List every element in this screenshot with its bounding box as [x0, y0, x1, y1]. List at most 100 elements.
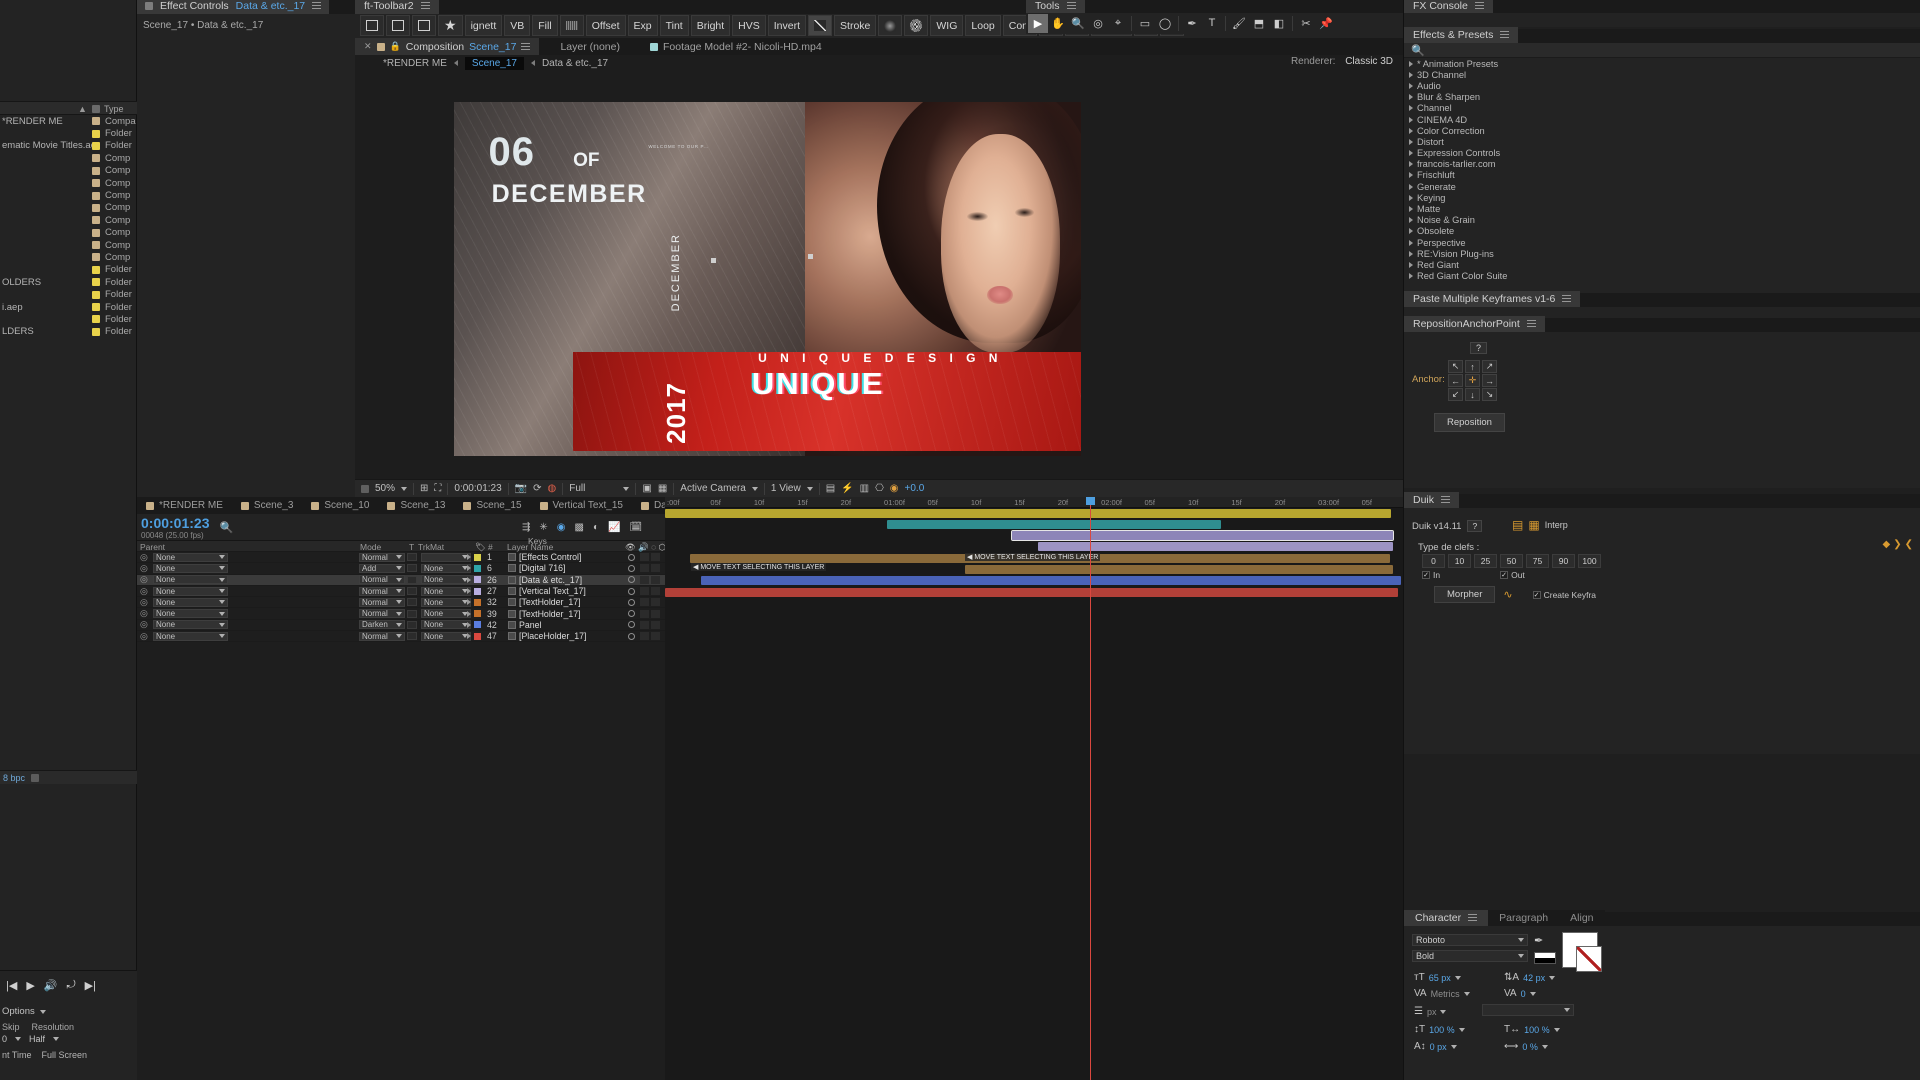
preserve-transparency-toggle[interactable]	[407, 620, 417, 629]
audio-icon[interactable]: 🔊	[44, 979, 58, 992]
solo-toggle[interactable]	[651, 598, 660, 607]
project-item[interactable]: Comp	[0, 152, 137, 164]
project-item[interactable]: Comp	[0, 202, 137, 214]
eyedropper-icon[interactable]: ✒	[1534, 934, 1543, 947]
expand-arrow-icon[interactable]	[1409, 250, 1413, 257]
duik-in-checkbox[interactable]: ✓ In	[1422, 570, 1440, 580]
leading-value[interactable]: 42 px	[1523, 973, 1545, 983]
duik-key-values[interactable]: 0 10 25 50 75 90 100	[1422, 554, 1601, 568]
orbit-camera-icon[interactable]: ◎	[1088, 14, 1108, 33]
chevron-down-icon[interactable]	[53, 1037, 60, 1041]
horizontal-scale-row[interactable]: T↔ 100 %	[1504, 1024, 1560, 1035]
layer-duration-bar[interactable]	[1011, 530, 1394, 542]
column-t[interactable]: T	[409, 542, 414, 552]
ft-button-bright[interactable]: Bright	[690, 15, 731, 36]
search-icon[interactable]: 🔍	[1411, 44, 1425, 57]
parent-pickwhip-icon[interactable]: ◎	[140, 631, 148, 642]
chevron-down-icon[interactable]	[1454, 975, 1461, 980]
panel-menu-icon[interactable]	[1562, 295, 1572, 303]
brush-icon[interactable]: 🖌	[1229, 14, 1249, 33]
visibility-toggle[interactable]	[628, 564, 635, 572]
chevron-down-icon[interactable]	[1529, 991, 1536, 996]
audio-toggle[interactable]	[640, 587, 649, 596]
preserve-transparency-toggle[interactable]	[407, 575, 417, 584]
duik-key-nav[interactable]: ◆ ❯ ❮	[1883, 539, 1913, 550]
project-item[interactable]: Comp	[0, 189, 137, 201]
tab-duik[interactable]: Duik	[1404, 492, 1460, 508]
breadcrumb-item[interactable]: *RENDER ME	[383, 58, 447, 69]
project-item[interactable]: OLDERS Folder	[0, 276, 137, 288]
effect-category-row[interactable]: Distort	[1404, 136, 1920, 147]
last-frame-icon[interactable]: ▶|	[85, 979, 96, 992]
clone-stamp-icon[interactable]: ⬒	[1249, 14, 1269, 33]
layer-duration-bar[interactable]	[965, 565, 1393, 574]
mode-select[interactable]: Add	[359, 563, 405, 573]
tab-character[interactable]: Character	[1404, 910, 1489, 926]
vertical-scale-row[interactable]: ↕T 100 %	[1414, 1024, 1465, 1035]
last-key-icon[interactable]: ❮	[1905, 539, 1913, 550]
layer-duration-bar[interactable]	[665, 508, 1391, 518]
fast-preview-icon[interactable]: ⚡	[841, 483, 853, 494]
breadcrumb-item[interactable]: Data & etc._17	[542, 58, 608, 69]
project-item[interactable]: Comp	[0, 251, 137, 263]
expand-arrow-icon[interactable]	[1409, 60, 1413, 67]
stroke-color-swatch[interactable]	[1576, 946, 1602, 972]
curve-icon[interactable]	[808, 15, 833, 36]
radial-icon[interactable]	[904, 15, 929, 36]
loop-icon[interactable]: ⤾	[67, 979, 76, 992]
panel-menu-icon[interactable]	[1441, 496, 1451, 504]
chevron-down-icon[interactable]	[623, 486, 630, 491]
layer-name[interactable]: [TextHolder_17]	[519, 597, 581, 607]
panel-menu-icon[interactable]	[1526, 320, 1536, 328]
parent-pickwhip-icon[interactable]: ◎	[140, 608, 148, 619]
expand-arrow-icon[interactable]	[1409, 71, 1413, 78]
duik-key-value[interactable]: 75	[1526, 554, 1549, 568]
panel-menu-icon[interactable]	[521, 42, 531, 51]
anchor-direction-grid[interactable]: ↖ ↑ ↗ ← ✛ → ↙ ↓ ↘	[1448, 360, 1498, 401]
selection-icon[interactable]: ▶	[1028, 13, 1048, 33]
effects-search-input[interactable]	[1428, 44, 1829, 56]
parent-select[interactable]: None	[153, 597, 228, 607]
close-icon[interactable]: ✕	[364, 41, 372, 52]
timeline-tab-scene-15[interactable]: Scene_15	[454, 497, 530, 514]
composition-tab-2[interactable]: Footage Model #2- Nicoli-HD.mp4	[641, 38, 831, 55]
tool-buttons[interactable]: ▶ ✋ 🔍 ◎ ⌖ ▭ ◯ ✒ T 🖌 ⬒ ◧ ✂ 📌	[1028, 13, 1336, 33]
chevron-down-icon[interactable]	[1458, 1027, 1465, 1032]
reposition-button[interactable]: Reposition	[1434, 413, 1505, 432]
visibility-toggle[interactable]	[628, 576, 635, 584]
anchor-direction-6[interactable]: ↙	[1448, 388, 1463, 401]
project-item[interactable]: Folder	[0, 127, 137, 139]
layer-color-swatch[interactable]	[474, 587, 481, 595]
preview-values-row[interactable]: 0 Half	[0, 1032, 137, 1044]
layer-duration-bar[interactable]	[1038, 542, 1393, 552]
ft-button-loop[interactable]: Loop	[965, 15, 1001, 36]
panel-menu-icon[interactable]	[1468, 914, 1478, 922]
transparency-grid-icon[interactable]: ⛶	[434, 483, 441, 494]
mode-select[interactable]: Normal	[359, 586, 405, 596]
current-time-display[interactable]: 0:00:01:23 00048 (25.00 fps)	[141, 515, 210, 540]
effect-category-row[interactable]: Matte	[1404, 203, 1920, 214]
effect-category-row[interactable]: Channel	[1404, 103, 1920, 114]
duik-key-value[interactable]: 10	[1448, 554, 1471, 568]
chevron-down-icon[interactable]	[1450, 1044, 1457, 1049]
solo-toggle[interactable]	[651, 609, 660, 618]
project-item[interactable]: LDERS Folder	[0, 326, 137, 338]
magnification-icon[interactable]	[361, 484, 369, 493]
region-of-interest-icon[interactable]: ⊞	[420, 483, 428, 494]
layer-color-swatch[interactable]	[474, 553, 481, 561]
timeline-tab-scene-3[interactable]: Scene_3	[232, 497, 302, 514]
panel-menu-icon[interactable]	[312, 2, 322, 10]
layer-name[interactable]: [Vertical Text_17]	[519, 586, 586, 596]
duik-key-value[interactable]: 0	[1422, 554, 1445, 568]
expand-arrow-icon[interactable]	[1409, 217, 1413, 224]
ft-button-wig[interactable]: WIG	[930, 15, 964, 36]
effect-category-row[interactable]: francois-tarlier.com	[1404, 159, 1920, 170]
visibility-toggle[interactable]	[628, 587, 635, 595]
font-size-value[interactable]: 65 px	[1429, 973, 1451, 983]
fill-stroke-swatch[interactable]	[1534, 952, 1556, 964]
search-icon[interactable]: 🔍	[220, 521, 234, 534]
project-item[interactable]: Comp	[0, 177, 137, 189]
effect-category-row[interactable]: Obsolete	[1404, 226, 1920, 237]
renderer-value[interactable]: Classic 3D	[1345, 56, 1393, 67]
expand-arrow-icon[interactable]	[1409, 172, 1413, 179]
